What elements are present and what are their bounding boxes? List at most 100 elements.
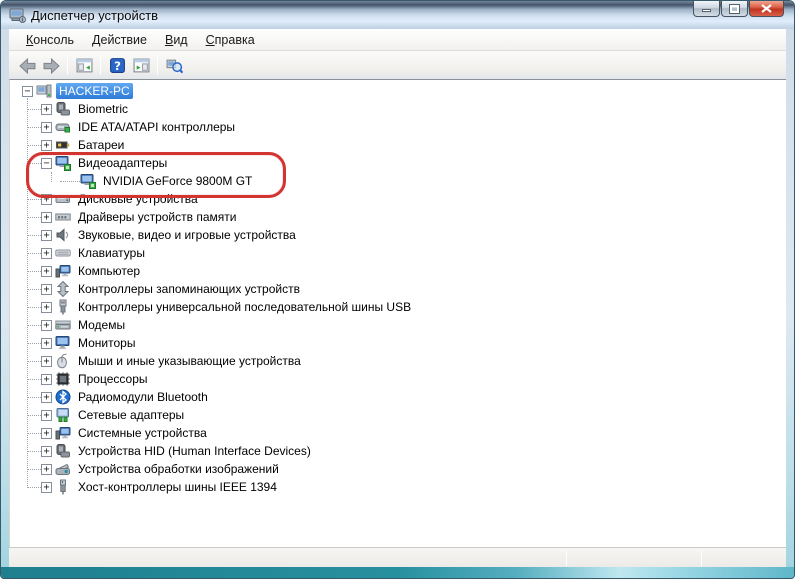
tree-item[interactable]: + Контроллеры универсальной последователь… [10, 298, 786, 316]
tree-guide-line [51, 172, 52, 182]
tree-item-label[interactable]: Радиомодули Bluetooth [75, 389, 211, 405]
tree-item[interactable]: + Драйверы устройств памяти [10, 208, 786, 226]
system-icon [55, 265, 71, 278]
close-button[interactable] [749, 1, 784, 17]
collapse-icon[interactable]: − [41, 157, 52, 169]
tree-item-label[interactable]: Устройства обработки изображений [75, 461, 282, 477]
expand-icon[interactable]: + [41, 229, 52, 241]
collapse-icon[interactable]: − [22, 85, 33, 97]
back-icon [18, 57, 35, 74]
tree-item[interactable]: + Хост-контроллеры шины IEEE 1394 [10, 478, 786, 496]
tree-item-label[interactable]: HACKER-PC [56, 83, 133, 99]
expand-icon[interactable]: + [41, 193, 52, 205]
expand-icon[interactable]: + [41, 301, 52, 313]
tree-item[interactable]: + Радиомодули Bluetooth [10, 388, 786, 406]
tree-connector [28, 270, 41, 272]
biometric-icon [56, 102, 70, 116]
expand-icon[interactable]: + [41, 391, 52, 403]
disk-drive-icon [55, 195, 70, 203]
menu-bar: Консоль Действие Вид Справка [9, 29, 786, 51]
expand-icon[interactable]: + [41, 373, 52, 385]
show-console-tree-button[interactable] [72, 54, 96, 76]
menu-item-3[interactable]: Вид [156, 31, 197, 49]
tree-item-label[interactable]: Системные устройства [75, 425, 210, 441]
tree-item[interactable]: + Biometric [10, 100, 786, 118]
expand-icon[interactable]: + [41, 283, 52, 295]
tree-item[interactable]: + Дисковые устройства [10, 190, 786, 208]
tree-item-label[interactable]: Драйверы устройств памяти [75, 209, 239, 225]
tree-item-label[interactable]: Модемы [75, 317, 128, 333]
tree-item[interactable]: + Клавиатуры [10, 244, 786, 262]
tree-item-label[interactable]: IDE ATA/ATAPI контроллеры [75, 119, 238, 135]
tree-item-label[interactable]: NVIDIA GeForce 9800M GT [100, 173, 255, 189]
expand-icon[interactable]: + [41, 121, 52, 133]
forward-button[interactable] [39, 54, 63, 76]
tree-item-label[interactable]: Biometric [75, 101, 131, 117]
expand-icon[interactable]: + [41, 427, 52, 439]
tree-item[interactable]: + Компьютер [10, 262, 786, 280]
tree-item[interactable]: + Мониторы [10, 334, 786, 352]
tree-item[interactable]: + Модемы [10, 316, 786, 334]
menu-item-2[interactable]: Действие [83, 31, 156, 49]
imaging-icon [55, 463, 70, 475]
expand-icon[interactable]: + [41, 247, 52, 259]
tree-item-label[interactable]: Сетевые адаптеры [75, 407, 187, 423]
battery-icon [56, 141, 70, 149]
expand-icon[interactable]: + [41, 337, 52, 349]
tree-item[interactable]: − HACKER-PC [10, 82, 786, 100]
show-console-tree-icon [76, 58, 92, 72]
show-action-pane-icon [133, 58, 149, 72]
tree-item-label[interactable]: Контроллеры универсальной последовательн… [75, 299, 414, 315]
tree-item[interactable]: NVIDIA GeForce 9800M GT [10, 172, 786, 190]
expand-icon[interactable]: + [41, 139, 52, 151]
scan-hardware-changes-icon [166, 59, 183, 73]
expand-icon[interactable]: + [41, 463, 52, 475]
expand-icon[interactable]: + [41, 319, 52, 331]
tree-item-label[interactable]: Контроллеры запоминающих устройств [75, 281, 303, 297]
menu-item-1[interactable]: Консоль [17, 31, 83, 49]
tree-item-label[interactable]: Мониторы [75, 335, 138, 351]
expand-icon[interactable]: + [41, 355, 52, 367]
tree-item[interactable]: + Системные устройства [10, 424, 786, 442]
maximize-button[interactable] [721, 1, 748, 17]
close-icon [761, 4, 772, 13]
tree-connector [28, 360, 41, 362]
tree-item-label[interactable]: Процессоры [75, 371, 151, 387]
tree-connector [28, 450, 41, 452]
tree-item[interactable]: + IDE ATA/ATAPI контроллеры [10, 118, 786, 136]
scan-hardware-changes-button[interactable] [162, 54, 186, 76]
expand-icon[interactable]: + [41, 481, 52, 493]
tree-item-label[interactable]: Звуковые, видео и игровые устройства [75, 227, 299, 243]
show-action-pane-button[interactable] [129, 54, 153, 76]
expand-icon[interactable]: + [41, 445, 52, 457]
back-button[interactable] [15, 54, 39, 76]
expand-icon[interactable]: + [41, 409, 52, 421]
expand-icon[interactable]: + [41, 103, 52, 115]
minimize-button[interactable] [693, 1, 720, 17]
tree-item[interactable]: + Контроллеры запоминающих устройств [10, 280, 786, 298]
help-button[interactable]: ? [105, 54, 129, 76]
tree-item[interactable]: + Устройства обработки изображений [10, 460, 786, 478]
device-tree: − HACKER-PC + Biometric + IDE ATA/ATAPI контр… [10, 80, 786, 496]
tree-item-label[interactable]: Мыши и иные указывающие устройства [75, 353, 304, 369]
title-bar[interactable]: Диспетчер устройств [1, 1, 794, 29]
tree-item-label[interactable]: Хост-контроллеры шины IEEE 1394 [75, 479, 280, 495]
tree-item[interactable]: + Процессоры [10, 370, 786, 388]
tree-item[interactable]: + Батареи [10, 136, 786, 154]
tree-item[interactable]: + Звуковые, видео и игровые устройства [10, 226, 786, 244]
tree-item[interactable]: + Устройства HID (Human Interface Devices… [10, 442, 786, 460]
tree-item-label[interactable]: Клавиатуры [75, 245, 148, 261]
tree-item[interactable]: + Мыши и иные указывающие устройства [10, 352, 786, 370]
menu-item-4[interactable]: Справка [197, 31, 264, 49]
tree-item-label[interactable]: Дисковые устройства [75, 191, 201, 207]
expand-icon[interactable]: + [41, 211, 52, 223]
expand-icon[interactable]: + [41, 265, 52, 277]
tree-item-label[interactable]: Компьютер [75, 263, 143, 279]
modem-icon [55, 320, 71, 330]
tree-item-label[interactable]: Видеоадаптеры [75, 155, 170, 171]
tree-item-label[interactable]: Батареи [75, 137, 127, 153]
tree-item[interactable]: − Видеоадаптеры [10, 154, 786, 172]
tree-item-label[interactable]: Устройства HID (Human Interface Devices) [75, 443, 314, 459]
tree-item[interactable]: + Сетевые адаптеры [10, 406, 786, 424]
statusbar-separator [566, 551, 567, 566]
